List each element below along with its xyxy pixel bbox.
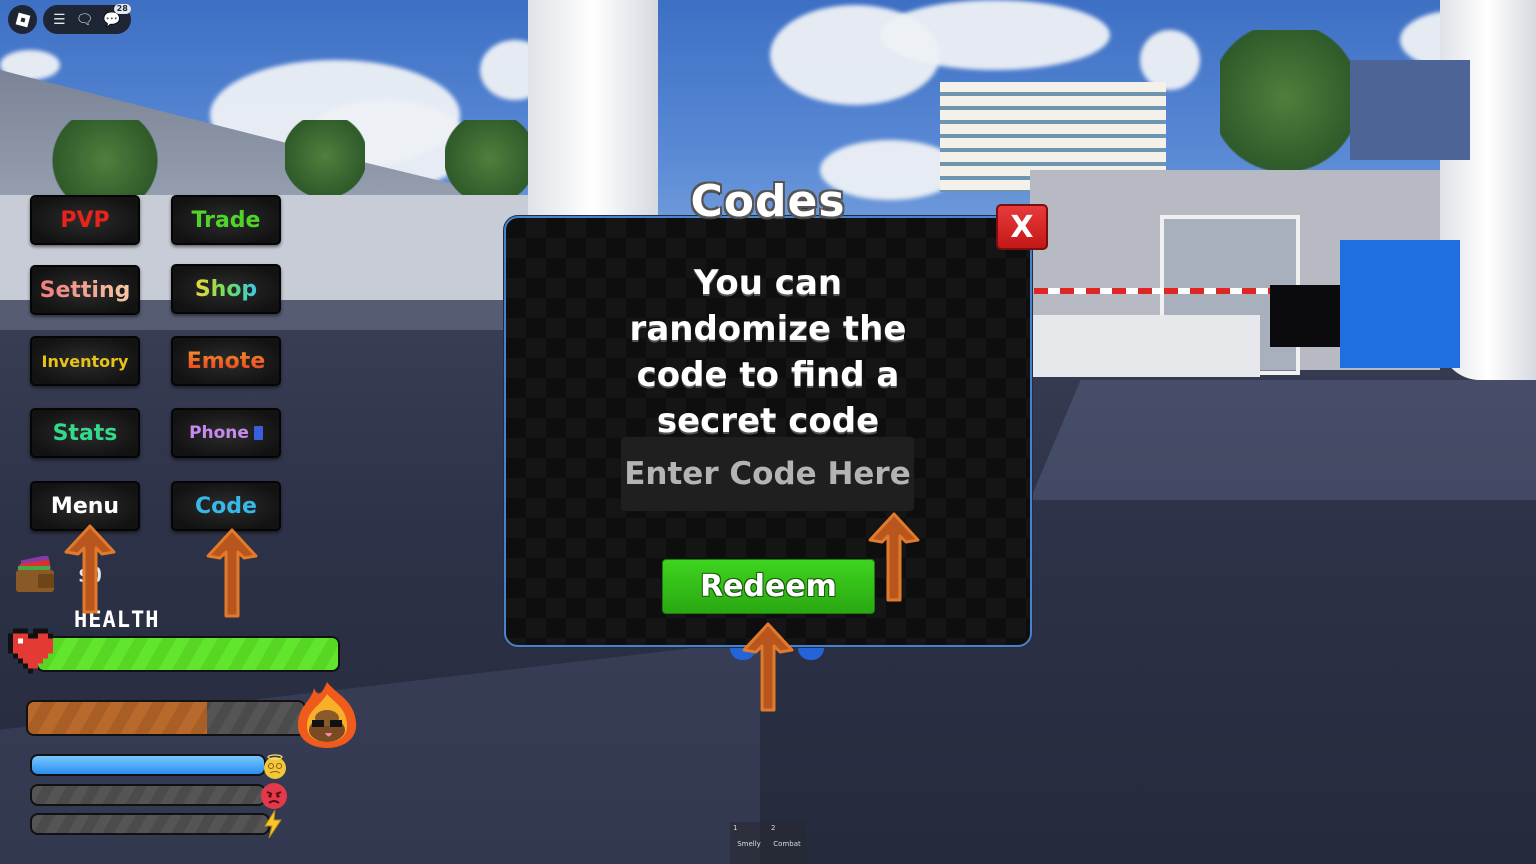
modal-message: You can randomize the code to find a sec… [504,260,1032,444]
notification-count-badge: 28 [113,3,131,14]
phone-button[interactable]: Phone [171,408,281,458]
hotbar-slot-label: Smelly [737,840,761,848]
heart-icon [8,628,53,674]
code-button[interactable]: Code [171,481,281,531]
notifications-icon[interactable]: 💬 28 [103,3,131,27]
code-input[interactable] [621,437,914,511]
redeem-button[interactable]: Redeem [662,559,875,614]
shop-label: Shop [194,276,258,302]
stats-button[interactable]: Stats [30,408,140,458]
roblox-menu-button[interactable] [8,5,37,34]
lightning-icon [262,809,284,841]
blue-booth [1340,240,1460,368]
modal-message-text: You can randomize the code to find a sec… [629,263,907,441]
setting-label: Setting [39,277,131,303]
hamburger-menu-icon[interactable]: ☰ [53,13,66,27]
hotbar-slot-label: Combat [773,840,801,848]
building [1350,60,1470,160]
topbar-controls: ☰ 🗨 💬 28 [43,3,131,34]
chat-icon[interactable]: 🗨 [76,13,94,27]
health-bar-fill [38,638,338,670]
emote-button[interactable]: Emote [171,336,281,386]
cloud [880,0,1110,70]
health-bar [36,636,340,672]
cloud [1140,30,1200,90]
redeem-label: Redeem [700,569,837,604]
tree [1220,30,1350,180]
energy-bar [30,813,270,835]
pvp-button[interactable]: PVP [30,195,140,245]
pvp-label: PVP [60,207,110,233]
shop-button[interactable]: Shop [171,264,281,314]
hotbar-slot-smelly[interactable]: 1 Smelly [730,822,768,864]
dizzy-bar-fill [32,756,264,774]
smelly-bar-fill [28,702,208,734]
phone-label: Phone [189,423,249,443]
anger-bar [30,784,266,806]
phone-icon [253,426,263,440]
angry-face-icon [260,782,288,813]
close-icon: X [1010,209,1034,245]
smelly-bar [26,700,306,736]
trade-button[interactable]: Trade [171,195,281,245]
wallet-icon [16,556,54,592]
code-label: Code [195,493,257,519]
annotation-arrow-icon [742,622,794,712]
close-button[interactable]: X [996,204,1048,250]
annotation-arrow-icon [868,512,920,602]
dizzy-bar [30,754,266,776]
hotbar-slot-number: 2 [771,824,776,832]
booth-base [1030,315,1260,377]
dizzy-face-icon [262,754,288,783]
hotbar-slot-number: 1 [733,824,738,832]
trade-label: Trade [191,207,261,233]
setting-button[interactable]: Setting [30,265,140,315]
annotation-arrow-icon [64,524,116,614]
tree [285,120,365,200]
light-patch [1030,380,1536,500]
inventory-button[interactable]: Inventory [30,336,140,386]
roblox-logo-icon [15,12,30,27]
stats-label: Stats [52,420,118,446]
modal-title: Codes [690,176,846,227]
roblox-topbar: ☰ 🗨 💬 28 [8,3,131,34]
inventory-label: Inventory [41,351,129,371]
annotation-arrow-icon [206,528,258,618]
emote-label: Emote [186,348,266,374]
hotbar-slot-combat[interactable]: 2 Combat [768,822,806,864]
menu-label: Menu [50,493,120,519]
flaming-poop-icon [292,680,362,759]
